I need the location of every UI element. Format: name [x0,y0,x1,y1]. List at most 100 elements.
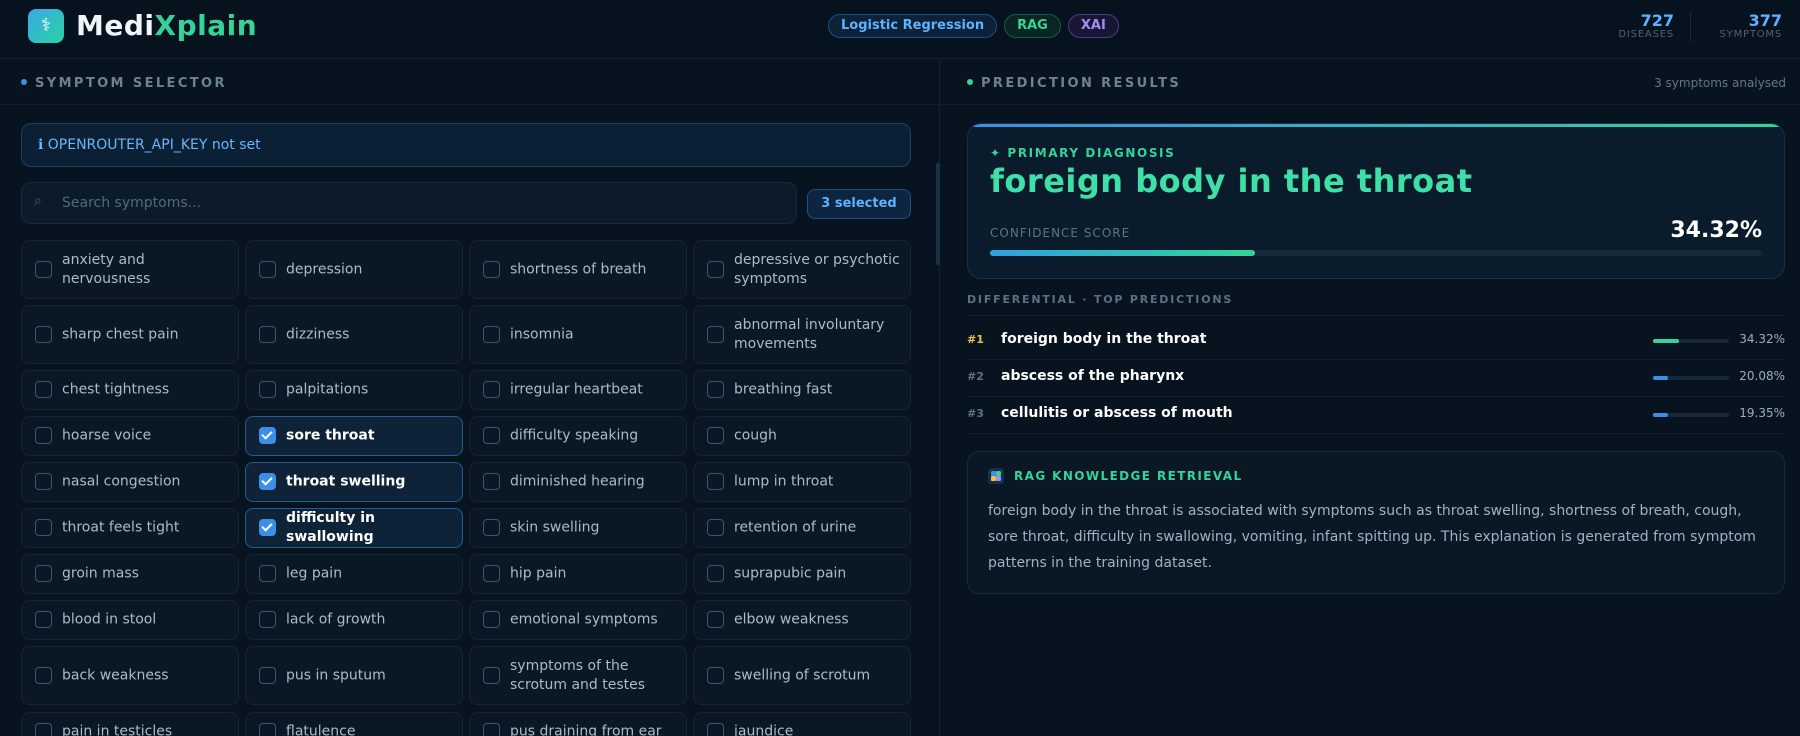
checkbox[interactable] [259,381,276,398]
checkbox[interactable] [35,519,52,536]
checkbox[interactable] [707,666,724,684]
symptom-checkbox-item[interactable]: back weakness [21,646,239,705]
checkbox[interactable] [35,381,52,398]
symptom-checkbox-item[interactable]: dizziness [245,305,463,364]
checkbox[interactable] [707,427,724,444]
checkbox[interactable] [707,723,724,736]
checkbox[interactable] [483,325,500,343]
checkbox[interactable] [259,565,276,582]
checkbox[interactable] [35,723,52,736]
symptom-checkbox-item[interactable]: throat feels tight [21,508,239,548]
section-divider [0,104,940,105]
symptom-checkbox-item[interactable]: chest tightness [21,370,239,410]
checkbox[interactable] [483,565,500,582]
checkbox[interactable] [259,260,276,278]
checkbox[interactable] [483,666,500,684]
symptom-checkbox-item[interactable]: pain in testicles [21,712,239,736]
checkbox[interactable] [483,473,500,490]
symptom-checkbox-item[interactable]: nasal congestion [21,462,239,502]
symptom-checkbox-item[interactable]: flatulence [245,712,463,736]
checkbox[interactable] [707,565,724,582]
symptom-checkbox-item[interactable]: jaundice [693,712,911,736]
checkbox[interactable] [707,519,724,536]
symptom-checkbox-item[interactable]: breathing fast [693,370,911,410]
checkbox[interactable] [35,473,52,490]
symptom-checkbox-item[interactable]: difficulty in swallowing [245,508,463,548]
symptom-checkbox-item[interactable]: depressive or psychotic symptoms [693,240,911,299]
checkbox[interactable] [483,260,500,278]
checkbox[interactable] [35,260,52,278]
checkbox[interactable] [483,519,500,536]
search-icon: ⌕ [34,193,42,209]
symptom-label: abnormal involuntary movements [734,316,885,352]
symptom-checkbox-item[interactable]: cough [693,416,911,456]
symptom-checkbox-item[interactable]: abnormal involuntary movements [693,305,911,364]
checkbox[interactable] [259,611,276,628]
section-dot-icon [967,78,973,85]
checkbox[interactable] [483,611,500,628]
symptom-checkbox-item[interactable]: groin mass [21,554,239,594]
prediction-row[interactable]: #1 foreign body in the throat 34.32% [967,323,1785,360]
symptom-checkbox-item[interactable]: depression [245,240,463,299]
symptom-checkbox-item[interactable]: hip pain [469,554,687,594]
symptom-checkbox-item[interactable]: sharp chest pain [21,305,239,364]
prediction-row[interactable]: #3 cellulitis or abscess of mouth 19.35% [967,397,1785,434]
checkbox[interactable] [35,611,52,628]
symptom-checkbox-item[interactable]: lump in throat [693,462,911,502]
checkbox[interactable] [259,666,276,684]
checkbox[interactable] [707,260,724,278]
primary-diagnosis-name: foreign body in the throat [990,162,1473,200]
prediction-row[interactable]: #2 abscess of the pharynx 20.08% [967,360,1785,397]
scrollbar-thumb[interactable] [936,163,940,265]
symptom-checkbox-item[interactable]: suprapubic pain [693,554,911,594]
checkbox[interactable] [259,325,276,343]
checkbox[interactable] [35,666,52,684]
checkbox[interactable] [35,325,52,343]
checkbox[interactable] [259,723,276,736]
checkbox[interactable] [259,519,276,536]
checkbox[interactable] [35,427,52,444]
symptom-label: sharp chest pain [62,326,179,342]
symptom-checkbox-item[interactable]: anxiety and nervousness [21,240,239,299]
checkbox[interactable] [35,565,52,582]
symptom-label: diminished hearing [510,473,645,490]
symptom-checkbox-item[interactable]: leg pain [245,554,463,594]
checkbox[interactable] [259,473,276,490]
confidence-label: CONFIDENCE SCORE [990,226,1131,240]
symptom-checkbox-item[interactable]: hoarse voice [21,416,239,456]
symptom-checkbox-item[interactable]: elbow weakness [693,600,911,640]
symptom-checkbox-item[interactable]: skin swelling [469,508,687,548]
search-input[interactable] [62,183,782,223]
symptom-checkbox-item[interactable]: retention of urine [693,508,911,548]
rag-title: RAG KNOWLEDGE RETRIEVAL [1014,469,1243,483]
symptom-label: depression [286,261,363,277]
symptom-checkbox-item[interactable]: swelling of scrotum [693,646,911,705]
checkbox[interactable] [707,473,724,490]
symptom-checkbox-item[interactable]: pus in sputum [245,646,463,705]
symptom-checkbox-item[interactable]: symptoms of the scrotum and testes [469,646,687,705]
symptom-checkbox-item[interactable]: pus draining from ear [469,712,687,736]
checkbox[interactable] [707,611,724,628]
info-icon: ℹ [38,137,44,153]
symptom-checkbox-item[interactable]: diminished hearing [469,462,687,502]
checkbox[interactable] [707,381,724,398]
checkbox[interactable] [483,723,500,736]
checkbox[interactable] [483,381,500,398]
symptom-checkbox-item[interactable]: emotional symptoms [469,600,687,640]
symptom-checkbox-item[interactable]: shortness of breath [469,240,687,299]
symptom-label: palpitations [286,381,369,398]
symptom-checkbox-item[interactable]: difficulty speaking [469,416,687,456]
checkbox[interactable] [707,325,724,343]
symptom-checkbox-item[interactable]: throat swelling [245,462,463,502]
prediction-percent: 19.35% [1739,406,1785,420]
symptom-checkbox-item[interactable]: blood in stool [21,600,239,640]
symptom-checkbox-item[interactable]: lack of growth [245,600,463,640]
symptom-checkbox-item[interactable]: palpitations [245,370,463,410]
symptom-checkbox-item[interactable]: sore throat [245,416,463,456]
checkbox[interactable] [259,427,276,444]
symptom-checkbox-item[interactable]: insomnia [469,305,687,364]
prediction-percent: 20.08% [1739,369,1785,383]
app-logo[interactable]: MediXplain [76,8,257,44]
symptom-checkbox-item[interactable]: irregular heartbeat [469,370,687,410]
checkbox[interactable] [483,427,500,444]
